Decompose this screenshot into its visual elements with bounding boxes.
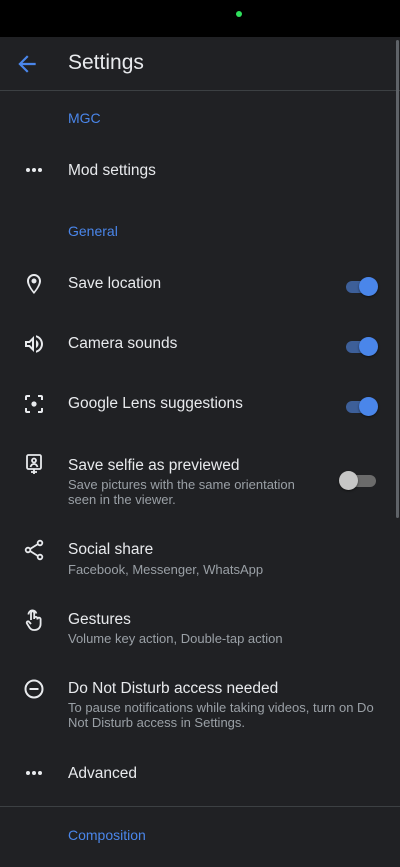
- save-location-switch[interactable]: [344, 276, 380, 298]
- save-selfie-switch[interactable]: [339, 470, 380, 492]
- item-title: Save location: [68, 275, 162, 292]
- item-title: Advanced: [68, 765, 137, 782]
- share-icon: [22, 538, 46, 562]
- item-title: Save selfie as previewed: [68, 457, 240, 474]
- section-header-general: General: [68, 223, 118, 239]
- settings-item-do-not-disturb[interactable]: Do Not Disturb access needed To pause no…: [0, 668, 400, 748]
- item-subtitle: To pause notifications while taking vide…: [68, 700, 374, 730]
- item-subtitle: Volume key action, Double-tap action: [68, 631, 283, 646]
- item-subtitle: Facebook, Messenger, WhatsApp: [68, 562, 264, 577]
- item-title: Gestures: [68, 611, 131, 628]
- header-divider: [0, 90, 400, 91]
- settings-item-advanced[interactable]: Advanced: [0, 752, 400, 796]
- settings-item-camera-sounds[interactable]: Camera sounds: [0, 318, 400, 374]
- item-title: Social share: [68, 541, 154, 558]
- section-header-mgc: MGC: [68, 110, 101, 126]
- volume-icon: [22, 332, 46, 356]
- selfie-portrait-icon: [22, 452, 46, 476]
- scrollbar[interactable]: [396, 40, 399, 518]
- settings-item-save-location[interactable]: Save location: [0, 258, 400, 314]
- camera-indicator-dot: [236, 11, 242, 17]
- section-divider: [0, 806, 400, 807]
- item-title: Mod settings: [68, 162, 156, 179]
- lens-icon: [22, 392, 46, 416]
- settings-item-mod-settings[interactable]: Mod settings: [0, 145, 400, 197]
- google-lens-switch[interactable]: [344, 396, 380, 418]
- more-horiz-icon: [22, 158, 46, 182]
- settings-item-gestures[interactable]: Gestures Volume key action, Double-tap a…: [0, 598, 400, 656]
- item-title: Camera sounds: [68, 335, 178, 352]
- back-button[interactable]: [14, 51, 40, 77]
- item-subtitle: Save pictures with the same orientation …: [68, 477, 295, 507]
- item-title: Do Not Disturb access needed: [68, 680, 279, 697]
- section-header-composition: Composition: [68, 827, 146, 843]
- settings-item-save-selfie[interactable]: Save selfie as previewed Save pictures w…: [0, 440, 400, 520]
- page-title: Settings: [68, 51, 144, 74]
- status-bar: [0, 0, 400, 37]
- settings-item-google-lens[interactable]: Google Lens suggestions: [0, 378, 400, 434]
- location-pin-icon: [22, 272, 46, 296]
- touch-gesture-icon: [22, 608, 46, 632]
- more-horiz-icon: [22, 761, 46, 785]
- app-bar: Settings: [0, 37, 400, 90]
- settings-item-social-share[interactable]: Social share Facebook, Messenger, WhatsA…: [0, 528, 400, 586]
- do-not-disturb-icon: [22, 677, 46, 701]
- arrow-left-icon: [18, 55, 36, 73]
- camera-sounds-switch[interactable]: [344, 336, 380, 358]
- item-title: Google Lens suggestions: [68, 395, 243, 412]
